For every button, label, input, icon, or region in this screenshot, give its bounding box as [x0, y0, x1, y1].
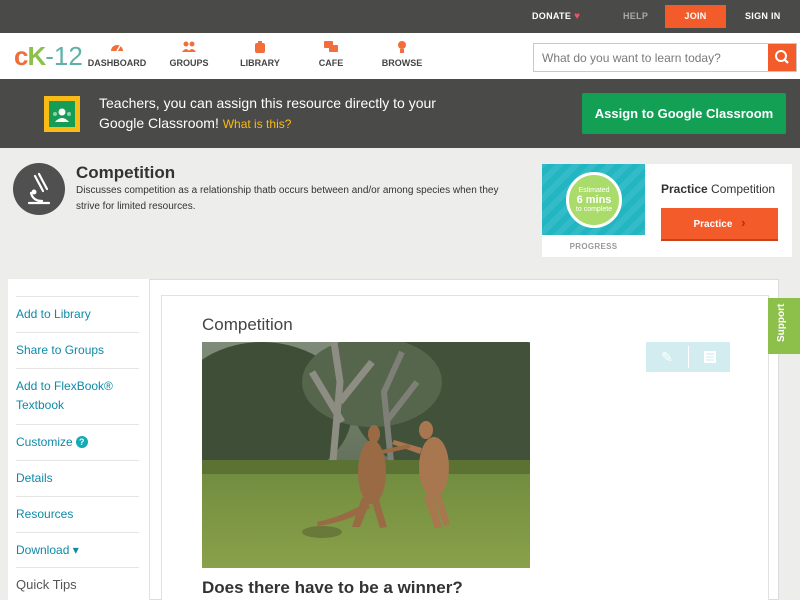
help-icon[interactable]: ? [75, 436, 88, 448]
estimated-value: 6 mins [576, 194, 612, 206]
chevron-right-icon: › [741, 215, 746, 230]
practice-button[interactable]: Practice › [661, 208, 778, 239]
google-classroom-icon [44, 96, 80, 132]
nav-cafe-label: CAFE [318, 58, 344, 68]
kangaroos-photo [202, 342, 530, 568]
sidebar-item-customize[interactable]: Customize? [16, 424, 139, 460]
practice-heading-rest: Competition [711, 182, 776, 196]
content-title: Competition [202, 315, 293, 334]
practice-tile[interactable]: Estimated 6 mins to complete [542, 164, 645, 235]
sidebar-item-details[interactable]: Details [16, 460, 139, 496]
practice-heading: Practice Competition [661, 182, 775, 196]
sidebar-item-resources[interactable]: Resources [16, 496, 139, 532]
nav-groups[interactable]: GROUPS [154, 40, 224, 68]
sidebar-item-label: Add to FlexBook® Textbook [16, 379, 113, 412]
nav-library[interactable]: LIBRARY [225, 40, 295, 68]
progress-label: PROGRESS [569, 242, 618, 251]
logo-num: -12 [45, 41, 83, 71]
estimated-bottom: to complete [575, 206, 613, 213]
top-bar: DONATE ♥ HELP JOIN SIGN IN [0, 0, 800, 33]
sidebar-item-label: Customize [16, 435, 73, 449]
nav-dashboard[interactable]: DASHBOARD [82, 40, 152, 68]
dashboard-icon [82, 40, 152, 56]
sidebar-item-label: Details [16, 471, 53, 485]
sidebar-item-download[interactable]: Download ▾ [16, 532, 139, 568]
sidebar-item-customize-row: Customize? [16, 425, 139, 452]
notes-icon[interactable] [689, 347, 731, 367]
nav-browse-label: BROWSE [381, 58, 423, 68]
sidebar-item-label: Download ▾ [16, 543, 79, 557]
search-button[interactable] [768, 44, 796, 71]
support-label: Support [776, 303, 787, 342]
help-link[interactable]: HELP [623, 0, 648, 33]
nav-groups-label: GROUPS [169, 58, 209, 68]
nav-browse[interactable]: BROWSE [367, 40, 437, 68]
nav-dashboard-label: DASHBOARD [87, 58, 147, 68]
donate-link[interactable]: DONATE ♥ [532, 0, 580, 33]
sign-in-link[interactable]: SIGN IN [745, 0, 781, 33]
practice-card: Estimated 6 mins to complete PROGRESS Pr… [542, 164, 792, 257]
sidebar-item-label: Share to Groups [16, 343, 105, 357]
content-question: Does there have to be a winner? [202, 578, 463, 597]
estimated-time-badge: Estimated 6 mins to complete [566, 172, 622, 228]
sidebar: Add to Library Share to Groups Add to Fl… [8, 279, 150, 600]
logo-c: c [14, 41, 29, 71]
nav-library-label: LIBRARY [240, 58, 280, 68]
logo-k: K [27, 41, 46, 71]
sidebar-item-share-to-groups[interactable]: Share to Groups [16, 332, 139, 368]
page-description: Discusses competition as a relationship … [76, 185, 499, 212]
assign-google-classroom-button[interactable]: Assign to Google Classroom [582, 93, 786, 134]
pencil-icon[interactable]: ✎ [646, 347, 688, 367]
ck12-logo[interactable]: cK-12 [14, 41, 83, 71]
heart-icon: ♥ [574, 11, 581, 22]
donate-label: DONATE [532, 11, 572, 21]
sidebar-item-add-to-library[interactable]: Add to Library [16, 296, 139, 332]
page-title: Competition [76, 163, 176, 182]
practice-button-label: Practice [693, 219, 733, 230]
browse-icon [367, 40, 437, 56]
banner-text: Teachers, you can assign this resource d… [99, 93, 459, 134]
join-button[interactable]: JOIN [665, 5, 726, 28]
groups-icon [154, 40, 224, 56]
library-icon [225, 40, 295, 56]
main-nav: cK-12 DASHBOARD GROUPS LIBRARY CAFE BROW… [0, 33, 800, 79]
nav-cafe[interactable]: CAFE [296, 40, 366, 68]
support-tab[interactable]: Support [768, 298, 800, 354]
practice-heading-bold: Practice [661, 182, 708, 196]
content-tools: ✎ [646, 342, 730, 372]
sidebar-item-label: Resources [16, 507, 74, 521]
sidebar-item-add-to-flexbook[interactable]: Add to FlexBook® Textbook [16, 368, 139, 424]
cafe-icon [296, 40, 366, 56]
sidebar-item-label: Add to Library [16, 307, 91, 321]
google-classroom-banner: Teachers, you can assign this resource d… [0, 79, 800, 148]
quick-tips-heading[interactable]: Quick Tips [16, 567, 139, 592]
search-input[interactable] [534, 44, 769, 71]
what-is-this-link[interactable]: What is this? [223, 117, 292, 131]
microscope-icon [13, 163, 65, 215]
search-box [533, 43, 797, 72]
search-icon [775, 50, 789, 64]
